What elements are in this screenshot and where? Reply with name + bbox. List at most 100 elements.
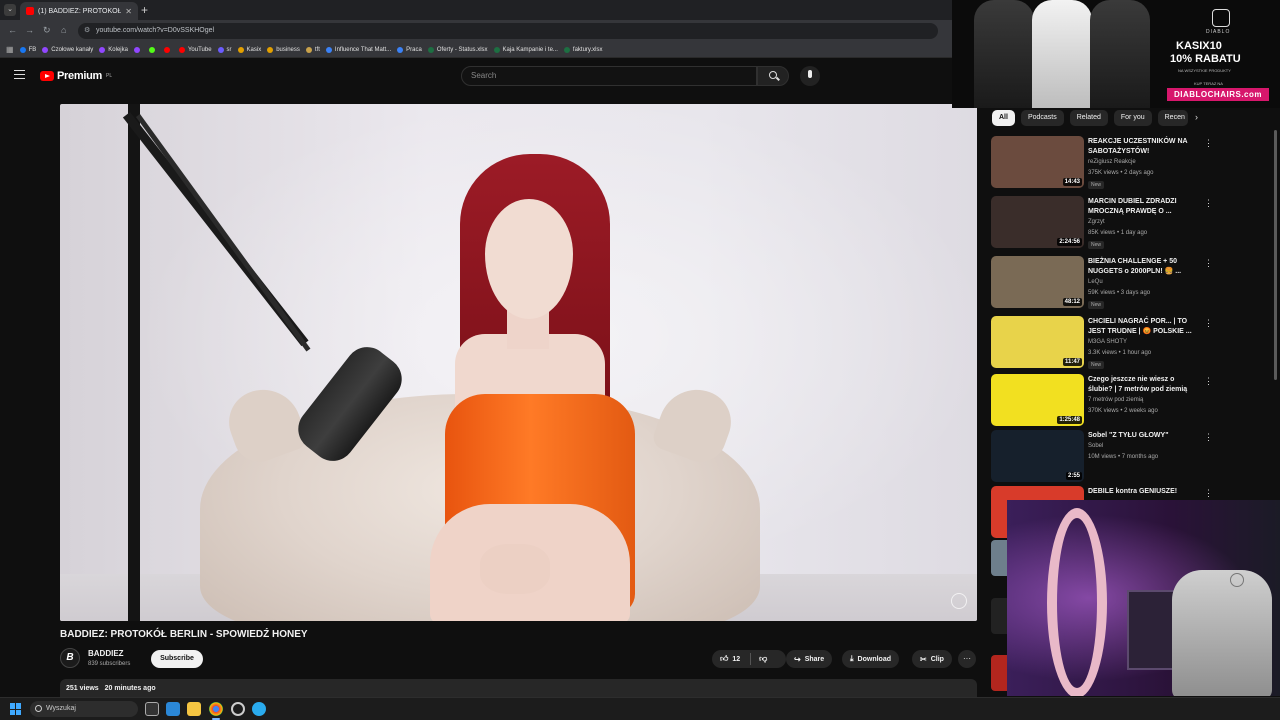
- bookmark-item[interactable]: [163, 46, 173, 53]
- more-vert-icon[interactable]: ⋮: [1204, 138, 1213, 149]
- more-vert-icon[interactable]: ⋮: [1204, 376, 1213, 387]
- video-thumbnail[interactable]: 2:55: [991, 430, 1084, 482]
- search-button[interactable]: [757, 66, 789, 86]
- more-vert-icon[interactable]: ⋮: [1204, 488, 1213, 499]
- ad-cta[interactable]: DIABLOCHAIRS.com: [1167, 88, 1269, 101]
- recommended-video[interactable]: 2:24:56 MARCIN DUBIEL ZDRADZI MROCZNĄ PRA…: [991, 196, 1213, 250]
- bookmark-favicon-icon: [397, 46, 404, 53]
- chip-recent[interactable]: Recen: [1157, 110, 1188, 126]
- video-player[interactable]: [60, 104, 977, 621]
- diablo-logo-icon: [1212, 9, 1230, 27]
- video-title[interactable]: BIEŻNIA CHALLENGE + 50 NUGGETS o 2000PLN…: [1088, 257, 1198, 277]
- apps-grid-icon[interactable]: ▦: [6, 45, 14, 54]
- bookmark-item[interactable]: sr: [217, 46, 232, 53]
- bookmark-item[interactable]: Kolejka: [99, 46, 128, 53]
- video-title[interactable]: Czego jeszcze nie wiesz o ślubie? | 7 me…: [1088, 375, 1198, 395]
- video-title: BADDIEZ: PROTOKÓŁ BERLIN - SPOWIEDŹ HONE…: [60, 629, 308, 640]
- chip-related[interactable]: Related: [1069, 110, 1108, 126]
- recommended-video[interactable]: 1:25:48 Czego jeszcze nie wiesz o ślubie?…: [991, 374, 1213, 428]
- task-view-icon[interactable]: [145, 702, 159, 716]
- tab-active[interactable]: (1) BADDIEZ: PROTOKÓŁ BE... ✕: [20, 2, 138, 20]
- clip-button[interactable]: ✂ Clip: [912, 650, 952, 668]
- home-icon[interactable]: ⌂: [61, 25, 66, 35]
- video-thumbnail[interactable]: 48:12: [991, 256, 1084, 308]
- like-icon[interactable]: 👍︎: [720, 654, 728, 664]
- description-box[interactable]: 251 views 20 minutes ago: [60, 679, 977, 699]
- bookmark-item[interactable]: faktury.xlsx: [563, 46, 602, 53]
- channel-watermark-icon[interactable]: [951, 593, 967, 609]
- bookmark-item[interactable]: business: [267, 46, 300, 53]
- channel-name[interactable]: BADDIEZ: [88, 649, 124, 658]
- video-channel[interactable]: 7 metrów pod ziemią: [1088, 397, 1143, 403]
- channel-avatar[interactable]: B: [60, 648, 80, 668]
- video-thumbnail[interactable]: 11:47: [991, 316, 1084, 368]
- voice-search-icon[interactable]: [800, 66, 820, 86]
- store-icon[interactable]: [166, 702, 180, 716]
- upload-time: 20 minutes ago: [104, 685, 156, 692]
- site-info-icon[interactable]: ⚙: [84, 23, 90, 39]
- video-title[interactable]: MARCIN DUBIEL ZDRADZI MROCZNĄ PRAWDĘ O .…: [1088, 197, 1198, 217]
- subscribe-button[interactable]: Subscribe: [151, 650, 203, 668]
- bookmark-item[interactable]: YouTube: [178, 46, 212, 53]
- more-vert-icon[interactable]: ⋮: [1204, 318, 1213, 329]
- browser-tab-bar: ⌄ (1) BADDIEZ: PROTOKÓŁ BE... ✕ +: [0, 0, 952, 20]
- menu-icon[interactable]: [14, 70, 25, 79]
- chip-podcasts[interactable]: Podcasts: [1020, 110, 1064, 126]
- bookmark-item[interactable]: FB: [19, 46, 36, 53]
- more-vert-icon[interactable]: ⋮: [1204, 432, 1213, 443]
- address-bar[interactable]: ⚙ youtube.com/watch?v=D0vSSKHOgel: [78, 23, 938, 39]
- reload-icon[interactable]: ↻: [43, 25, 51, 36]
- file-explorer-icon[interactable]: [187, 702, 201, 716]
- video-channel[interactable]: M3GA SHOTY: [1088, 339, 1127, 345]
- video-thumbnail[interactable]: 14:43: [991, 136, 1084, 188]
- telegram-icon[interactable]: [252, 702, 266, 716]
- forward-arrow-icon[interactable]: →: [25, 25, 34, 35]
- video-title[interactable]: DEBILE kontra GENIUSZE!: [1088, 487, 1198, 497]
- video-thumbnail[interactable]: 1:25:48: [991, 374, 1084, 426]
- scrollbar[interactable]: [1274, 130, 1277, 380]
- chip-for-you[interactable]: For you: [1113, 110, 1152, 126]
- more-vert-icon[interactable]: ⋮: [1204, 258, 1213, 269]
- video-thumbnail[interactable]: 2:24:56: [991, 196, 1084, 248]
- obs-icon[interactable]: [231, 702, 245, 716]
- recommended-video[interactable]: 11:47 CHCIELI NAGRAĆ POR... | TO JEST TRU…: [991, 316, 1213, 370]
- bookmark-item[interactable]: Kasix: [237, 46, 261, 53]
- tab-close-icon[interactable]: ✕: [125, 7, 132, 16]
- video-channel[interactable]: Zgrzyt: [1088, 219, 1105, 225]
- chrome-icon[interactable]: [209, 702, 223, 720]
- video-channel[interactable]: LeQu: [1088, 279, 1103, 285]
- bookmark-item[interactable]: [133, 46, 143, 53]
- tab-search-icon[interactable]: ⌄: [4, 4, 16, 16]
- chevron-right-icon[interactable]: ›: [1195, 112, 1198, 122]
- bookmark-item[interactable]: Czołowe kanały: [42, 46, 93, 53]
- video-title[interactable]: CHCIELI NAGRAĆ POR... | TO JEST TRUDNE |…: [1088, 317, 1198, 337]
- recommended-video[interactable]: 48:12 BIEŻNIA CHALLENGE + 50 NUGGETS o 20…: [991, 256, 1213, 310]
- more-actions-button[interactable]: ···: [958, 650, 976, 668]
- ad-brand: DIABLO: [1206, 29, 1231, 35]
- bookmark-item[interactable]: Influence That Matt...: [325, 46, 391, 53]
- windows-start-icon[interactable]: [10, 703, 22, 715]
- youtube-logo[interactable]: Premium PL: [40, 70, 112, 82]
- video-title[interactable]: Sobel "Z TYŁU GŁOWY": [1088, 431, 1198, 441]
- video-channel[interactable]: Sobel: [1088, 443, 1103, 449]
- video-channel[interactable]: reZigiusz Reakcje: [1088, 159, 1136, 165]
- recommended-video[interactable]: 2:55 Sobel "Z TYŁU GŁOWY" Sobel 10M views •…: [991, 430, 1213, 484]
- bookmark-item[interactable]: Praca: [397, 46, 422, 53]
- new-tab-button[interactable]: +: [141, 3, 148, 17]
- video-title[interactable]: REAKCJE UCZESTNIKÓW NA SABOTAŻYSTÓW!: [1088, 137, 1198, 157]
- bookmark-item[interactable]: Oferty - Status.xlsx: [427, 46, 488, 53]
- back-arrow-icon[interactable]: ←: [8, 25, 17, 35]
- ad-banner[interactable]: DIABLO KASIX10 10% RABATU NA WSZYSTKIE P…: [952, 0, 1280, 108]
- chip-all[interactable]: All: [992, 110, 1015, 126]
- bookmark-item[interactable]: [148, 46, 158, 53]
- recommended-video[interactable]: 14:43 REAKCJE UCZESTNIKÓW NA SABOTAŻYSTÓW…: [991, 136, 1213, 190]
- download-button[interactable]: ⤓ Download: [842, 650, 899, 668]
- dislike-icon[interactable]: 👎︎: [759, 654, 767, 664]
- bookmark-item[interactable]: Kaja Kampanie i te...: [493, 46, 558, 53]
- bookmark-item[interactable]: tft: [305, 46, 320, 53]
- share-button[interactable]: ↪ Share: [786, 650, 833, 668]
- like-count[interactable]: 12: [732, 656, 740, 663]
- search-input[interactable]: Search: [461, 66, 757, 86]
- more-vert-icon[interactable]: ⋮: [1204, 198, 1213, 209]
- taskbar-search-input[interactable]: Wyszukaj: [30, 701, 138, 717]
